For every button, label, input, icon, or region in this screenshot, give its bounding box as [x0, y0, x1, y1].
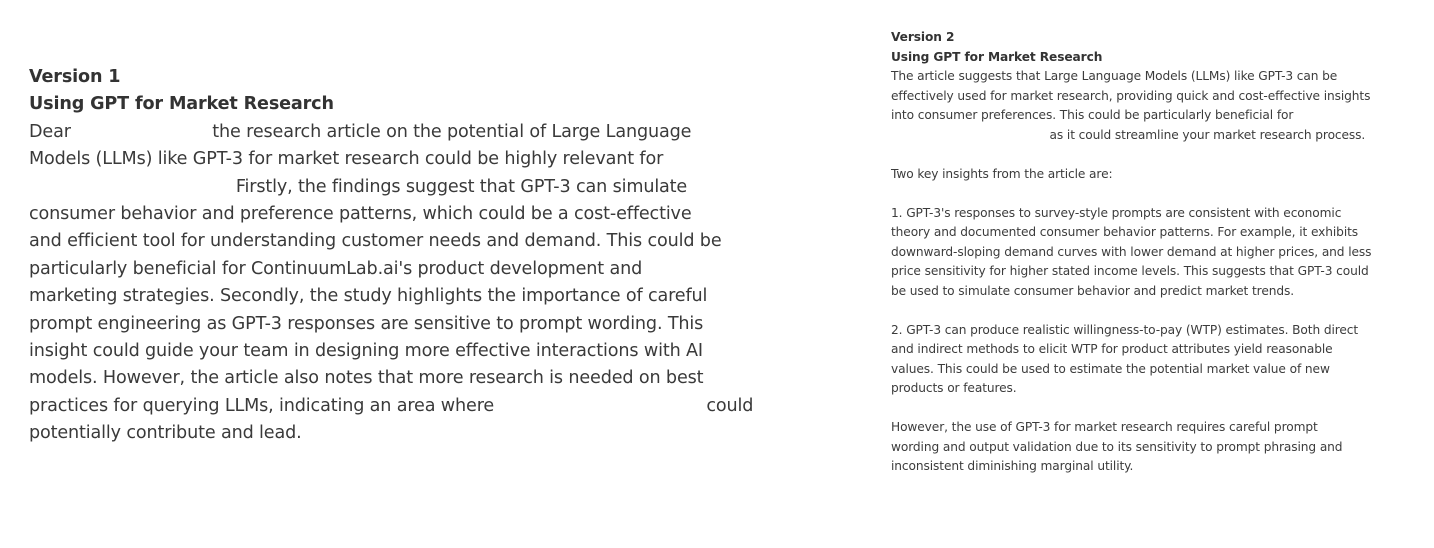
body-line: potentially contribute and lead. [29, 423, 302, 444]
body-line: and efficient tool for understanding cus… [29, 231, 722, 252]
body-line: practices for querying LLMs, indicating … [29, 395, 754, 416]
body-line: price sensitivity for higher stated inco… [891, 264, 1369, 278]
intro-paragraph: The article suggests that Large Language… [891, 67, 1421, 145]
insight-1-paragraph: 1. GPT-3's responses to survey-style pro… [891, 204, 1421, 302]
body-line: marketing strategies. Secondly, the stud… [29, 286, 708, 307]
body-line: Dear the research article on the potenti… [29, 121, 692, 142]
body-line: particularly beneficial for ContinuumLab… [29, 258, 643, 279]
body-line: However, the use of GPT-3 for market res… [891, 420, 1318, 434]
caveat-paragraph: However, the use of GPT-3 for market res… [891, 418, 1421, 477]
body-line: The article suggests that Large Language… [891, 69, 1338, 83]
body-line: 1. GPT-3's responses to survey-style pro… [891, 205, 1342, 220]
body-line: as it could streamline your market resea… [891, 127, 1366, 142]
body-line: downward-sloping demand curves with lowe… [891, 244, 1372, 259]
body-line: wording and output validation due to its… [891, 439, 1343, 454]
body-line: prompt engineering as GPT-3 responses ar… [29, 313, 704, 334]
body-line: products or features. [891, 381, 1017, 395]
body-line: and indirect methods to elicit WTP for p… [891, 342, 1333, 356]
version-2-label: Version 2 [891, 30, 955, 44]
body-line: into consumer preferences. This could be… [891, 108, 1294, 122]
version-1-body: Dear the research article on the potenti… [29, 119, 754, 448]
version-1-title: Using GPT for Market Research [29, 94, 334, 115]
body-line: 2. GPT-3 can produce realistic willingne… [891, 322, 1359, 337]
insights-intro-paragraph: Two key insights from the article are: [891, 165, 1421, 185]
body-line: models. However, the article also notes … [29, 368, 704, 389]
insight-2-paragraph: 2. GPT-3 can produce realistic willingne… [891, 321, 1421, 399]
body-line: consumer behavior and preference pattern… [29, 204, 692, 225]
version-1-panel: Version 1 Using GPT for Market Research … [29, 64, 754, 448]
body-line: Two key insights from the article are: [891, 166, 1113, 181]
version-1-label: Version 1 [29, 67, 121, 87]
body-line: inconsistent diminishing marginal utilit… [891, 459, 1134, 473]
body-line: theory and documented consumer behavior … [891, 225, 1359, 239]
body-line: effectively used for market research, pr… [891, 88, 1371, 103]
body-line: Models (LLMs) like GPT-3 for market rese… [29, 149, 664, 170]
body-line: insight could guide your team in designi… [29, 341, 703, 362]
version-2-panel: Version 2 Using GPT for Market Research … [891, 28, 1421, 477]
version-2-title: Using GPT for Market Research [891, 49, 1103, 64]
body-line: Firstly, the findings suggest that GPT-3… [29, 176, 688, 197]
body-line: values. This could be used to estimate t… [891, 361, 1330, 376]
body-line: be used to simulate consumer behavior an… [891, 283, 1294, 298]
